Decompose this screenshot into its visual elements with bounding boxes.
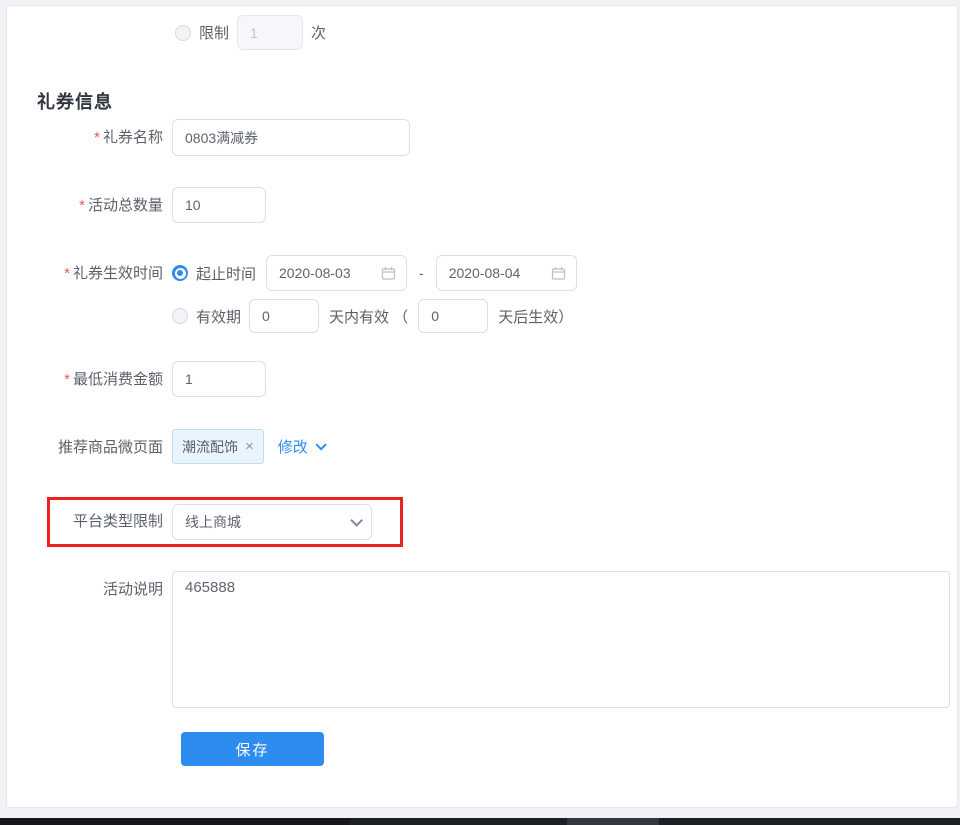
required-mark: * — [79, 197, 85, 214]
date-range-radio-label: 起止时间 — [196, 265, 257, 283]
limit-count-input[interactable] — [237, 15, 304, 50]
section-title: 礼券信息 — [37, 92, 113, 112]
coupon-name-row: * 礼券名称 — [7, 119, 957, 156]
required-mark: * — [94, 129, 100, 146]
valid-days-input[interactable] — [249, 299, 320, 333]
content-panel: 限制 次 礼券信息 *礼券名称 *活动总数量 *礼券生效时间 起止时间 2020… — [6, 5, 958, 808]
effective-time-label: * 礼券生效时间 — [64, 265, 163, 282]
total-quantity-label: * 活动总数量 — [79, 197, 163, 214]
end-date-picker[interactable]: 2020-08-04 — [435, 255, 577, 291]
valid-days-text: 天内有效 （ — [329, 308, 409, 326]
delay-days-text: 天后生效） — [498, 308, 574, 326]
coupon-name-label: * 礼券名称 — [94, 129, 163, 146]
bottom-bar — [0, 818, 960, 825]
start-date-picker[interactable]: 2020-08-03 — [266, 255, 408, 291]
validity-radio-button[interactable] — [172, 308, 188, 324]
chevron-down-icon — [350, 513, 363, 527]
platform-label: 平台类型限制 — [72, 513, 163, 530]
end-date-value: 2020-08-04 — [448, 265, 521, 281]
micro-page-tag: 潮流配饰 × — [172, 429, 264, 464]
required-mark: * — [64, 371, 70, 388]
platform-row: 平台类型限制 线上商城 — [7, 497, 957, 547]
limit-radio-button[interactable] — [175, 24, 191, 41]
save-button[interactable]: 保存 — [181, 732, 324, 766]
validity-option-line: 有效期 天内有效 （ 天后生效） — [172, 299, 583, 333]
start-date-value: 2020-08-03 — [279, 265, 351, 281]
delay-days-input[interactable] — [418, 299, 489, 333]
date-range-radio-button[interactable] — [172, 265, 188, 281]
platform-select[interactable]: 线上商城 — [172, 504, 372, 540]
description-textarea[interactable]: 465888 — [172, 571, 950, 708]
tag-close-icon[interactable]: × — [245, 438, 254, 455]
limit-radio-label: 限制 — [199, 25, 230, 42]
validity-radio-label: 有效期 — [196, 308, 242, 326]
usage-limit-row: 限制 次 — [7, 14, 957, 51]
total-quantity-row: * 活动总数量 — [7, 187, 957, 224]
date-range-option-line: 起止时间 2020-08-03 - 2020-08-04 — [172, 255, 583, 291]
description-row: 活动说明 465888 — [7, 571, 957, 708]
chevron-down-icon — [315, 438, 327, 451]
required-mark: * — [64, 265, 70, 282]
calendar-icon — [551, 266, 566, 281]
bottom-bar-dark-segment — [0, 818, 350, 825]
total-quantity-input[interactable] — [172, 187, 266, 223]
coupon-name-input[interactable] — [172, 119, 410, 156]
date-range-separator: - — [419, 265, 424, 281]
effective-time-row: * 礼券生效时间 起止时间 2020-08-03 - 2020-08-04 有效… — [7, 255, 957, 333]
calendar-icon — [381, 266, 396, 281]
modify-link[interactable]: 修改 — [278, 436, 327, 457]
bottom-bar-scroll-segment[interactable] — [567, 818, 659, 825]
min-amount-label: * 最低消费金额 — [64, 371, 163, 388]
platform-select-value: 线上商城 — [185, 514, 241, 530]
description-label: 活动说明 — [102, 581, 163, 598]
min-amount-row: * 最低消费金额 — [7, 361, 957, 398]
micro-page-label: 推荐商品微页面 — [57, 439, 163, 456]
min-amount-input[interactable] — [172, 361, 266, 397]
micro-page-tag-text: 潮流配饰 — [182, 438, 238, 455]
limit-suffix-label: 次 — [311, 25, 327, 42]
micro-page-row: 推荐商品微页面 潮流配饰 × 修改 — [7, 429, 957, 466]
red-annotation-box: 平台类型限制 线上商城 — [47, 497, 403, 547]
